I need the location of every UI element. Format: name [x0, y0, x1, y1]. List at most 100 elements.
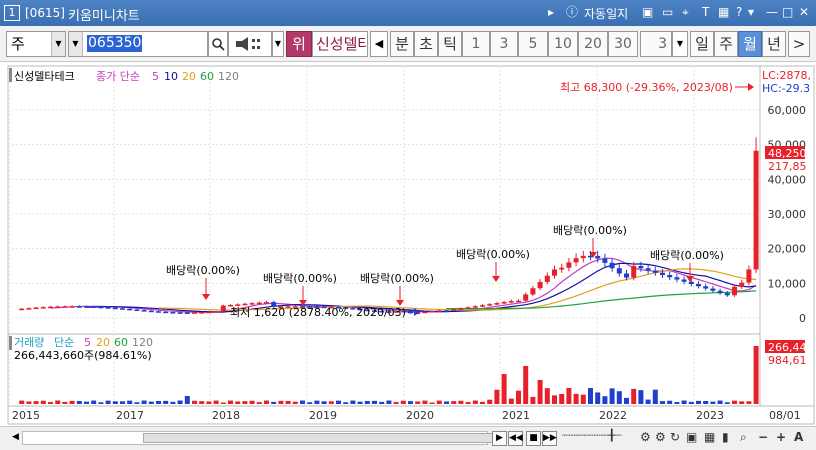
volume-legend-handle[interactable] — [9, 336, 12, 350]
stock-code-input[interactable]: ▼ 065350 — [68, 31, 208, 57]
scroll-left-icon[interactable]: ◀ — [8, 431, 23, 446]
interval-30[interactable]: 30 — [608, 31, 638, 57]
interval-1[interactable]: 1 — [462, 31, 490, 57]
bottom-bar: ◀ ▶ ◀◀ ■ ▶▶ ┈┈┈┈┈┈┈╂┈ ⚙ ⚙ ↻ ▣ ▦ ▮ ⌕ − + … — [0, 426, 816, 450]
tab-day[interactable]: 일 — [690, 31, 714, 57]
zoom-out-icon[interactable]: − — [758, 430, 768, 444]
window-number: 1 — [4, 5, 20, 21]
legend-ma-label: 종가 단순 — [96, 70, 140, 83]
layout-icon[interactable]: ▣ — [642, 4, 653, 20]
interval-10[interactable]: 10 — [548, 31, 578, 57]
candle-body — [559, 267, 565, 270]
minimize-icon[interactable]: — — [766, 4, 778, 20]
volume-bar — [544, 388, 550, 404]
refresh-icon[interactable]: ↻ — [670, 430, 680, 444]
pin-icon[interactable]: ⌖ — [682, 4, 689, 20]
tab-second[interactable]: 초 — [414, 31, 438, 57]
close-icon[interactable]: ✕ — [799, 4, 809, 20]
volume-bar — [328, 401, 334, 404]
interval-3[interactable]: 3 — [490, 31, 518, 57]
chevron-down-icon[interactable]: ▼ — [51, 32, 65, 56]
triangle-right-icon[interactable]: ▸ — [548, 4, 554, 20]
volume-bar — [163, 400, 169, 404]
candle-body — [667, 275, 673, 278]
grid-icon[interactable]: ▦ — [704, 430, 715, 444]
price-chart[interactable]: 60,00050,00040,00030,00020,00010,0000 20… — [0, 62, 816, 426]
volume-bar — [206, 401, 212, 404]
volume-bar — [696, 400, 701, 404]
chart-area[interactable]: 60,000 50,000 40,000 30,000 20,000 10,000 0 20… — [0, 62, 816, 426]
candle-body — [170, 312, 176, 314]
gear-icon[interactable]: ⚙ — [655, 430, 666, 444]
interval-20[interactable]: 20 — [578, 31, 608, 57]
text-icon[interactable]: T — [702, 4, 709, 20]
candle-body — [552, 269, 557, 276]
tab-week[interactable]: 주 — [714, 31, 738, 57]
candle-body — [436, 310, 442, 312]
zoom-in-icon[interactable]: + — [776, 430, 786, 444]
stop-icon[interactable]: ■ — [526, 431, 541, 446]
tool-dropdown[interactable]: ▼ — [272, 31, 284, 57]
triangle-left-icon[interactable]: ◀ — [370, 31, 388, 57]
candle-body — [264, 302, 269, 304]
candle-body — [573, 258, 579, 263]
tab-tick[interactable]: 틱 — [438, 31, 462, 57]
info-icon[interactable]: ⓘ — [566, 4, 578, 20]
candle-body — [112, 307, 118, 310]
candle-body — [602, 258, 608, 263]
legend-handle[interactable] — [9, 68, 12, 82]
zoom-search-icon[interactable]: ⌕ — [740, 430, 747, 445]
volume-bar — [307, 402, 313, 404]
play-icon[interactable]: ▶ — [492, 431, 507, 446]
candle-body — [163, 311, 169, 314]
tab-month[interactable]: 월 — [738, 31, 762, 57]
screen-code: [0615] — [25, 6, 65, 20]
menu-icon[interactable]: ▾ — [748, 4, 754, 20]
candle-body — [681, 279, 687, 282]
candle-body — [98, 306, 104, 309]
tool-button[interactable] — [228, 31, 272, 57]
zoom-slider[interactable]: ┈┈┈┈┈┈┈╂┈ — [562, 429, 622, 442]
warning-badge[interactable]: 위 — [286, 31, 312, 57]
dividend-label: 배당락(0.00%) — [553, 224, 627, 237]
y-tick-label: 10,000 — [768, 277, 807, 290]
scroll-track[interactable] — [22, 431, 493, 445]
volume-bar — [436, 400, 442, 404]
candle-body — [141, 310, 147, 312]
candle-body — [710, 288, 716, 291]
search-button[interactable] — [208, 31, 228, 57]
candle-body — [566, 262, 572, 268]
candle-body — [746, 269, 752, 283]
rewind-icon[interactable]: ◀◀ — [508, 431, 523, 446]
display-icon[interactable]: ▣ — [686, 430, 697, 444]
fast-forward-icon[interactable]: ▶▶ — [542, 431, 557, 446]
chevron-right-icon[interactable]: > — [788, 31, 810, 57]
volume-bar — [508, 398, 514, 404]
volume-current-text: 266,443,660주(984.61%) — [14, 349, 152, 362]
volume-bar — [141, 400, 147, 404]
window-icon[interactable]: ▭ — [662, 4, 673, 20]
candle-body — [739, 282, 745, 287]
interval-5[interactable]: 5 — [518, 31, 548, 57]
dividend-label: 배당락(0.00%) — [360, 272, 434, 285]
volume-bar — [235, 401, 241, 404]
tab-year[interactable]: 년 — [762, 31, 786, 57]
tab-minute[interactable]: 분 — [390, 31, 414, 57]
candle-body — [660, 272, 665, 276]
count-dropdown[interactable]: ▼ — [672, 31, 688, 57]
chevron-down-icon[interactable]: ▼ — [69, 32, 83, 56]
help-icon[interactable]: ? — [736, 4, 742, 20]
grid-icon[interactable]: ▦ — [718, 4, 729, 20]
font-size-icon[interactable]: A — [794, 430, 803, 444]
period-type-select[interactable]: 주 ▼ — [6, 31, 66, 57]
count-input[interactable]: 3 — [640, 31, 672, 57]
candle-body — [652, 270, 658, 273]
maximize-icon[interactable]: □ — [782, 4, 793, 20]
scroll-thumb[interactable] — [143, 433, 493, 443]
volume-bar — [480, 401, 485, 404]
settings-icon[interactable]: ⚙ — [640, 430, 651, 444]
bar-icon[interactable]: ▮ — [722, 430, 729, 444]
volume-bar — [559, 394, 565, 404]
volume-bar — [408, 401, 413, 404]
auto-log-button[interactable]: 자동일지 — [584, 5, 628, 22]
